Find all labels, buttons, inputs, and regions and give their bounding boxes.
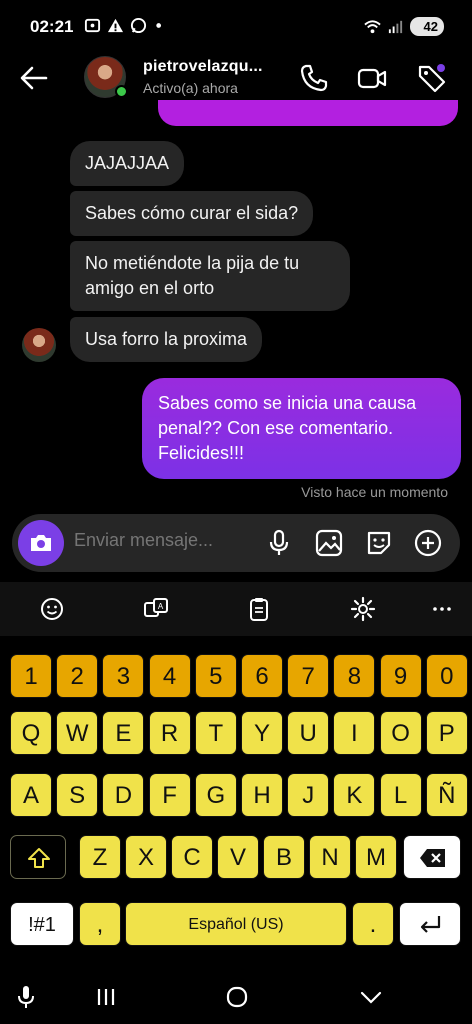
number-key[interactable]: 1 xyxy=(10,654,52,698)
letter-key[interactable]: Q xyxy=(10,711,52,755)
more-options-icon[interactable] xyxy=(427,594,457,624)
svg-text:A: A xyxy=(158,602,164,611)
warning-icon xyxy=(107,18,124,33)
keyboard-hide-icon[interactable] xyxy=(356,982,386,1012)
number-key[interactable]: 9 xyxy=(379,654,422,698)
number-key[interactable]: 7 xyxy=(287,654,330,698)
backspace-icon xyxy=(420,849,445,867)
number-key[interactable]: 0 xyxy=(425,654,468,698)
number-key[interactable]: 4 xyxy=(148,654,191,698)
microphone-icon[interactable] xyxy=(264,528,294,558)
notification-icons xyxy=(84,17,170,34)
letter-key[interactable]: O xyxy=(379,711,422,755)
back-arrow-icon[interactable] xyxy=(18,64,50,92)
tag-icon[interactable] xyxy=(416,62,448,94)
translate-icon[interactable]: A xyxy=(141,594,171,624)
incoming-message[interactable]: No metiéndote la pija de tu amigo en el … xyxy=(70,241,350,311)
shift-arrow-icon xyxy=(28,848,50,868)
incoming-message[interactable]: Usa forro la proxima xyxy=(70,317,263,362)
system-navigation-bar xyxy=(0,972,472,1024)
signal-icon xyxy=(388,20,402,34)
home-icon[interactable] xyxy=(222,982,252,1012)
contact-username[interactable]: pietrovelazqu... xyxy=(143,58,263,76)
previous-outgoing-bubble xyxy=(158,100,458,126)
letter-key[interactable]: L xyxy=(379,773,422,817)
enter-key[interactable] xyxy=(399,902,461,946)
activity-status: Activo(a) ahora xyxy=(143,80,238,96)
letter-key[interactable]: H xyxy=(241,773,283,817)
letter-key[interactable]: E xyxy=(102,711,145,755)
clipboard-icon[interactable] xyxy=(244,594,274,624)
letter-key[interactable]: S xyxy=(56,773,99,817)
letter-key[interactable]: K xyxy=(333,773,376,817)
letter-key[interactable]: T xyxy=(194,711,237,755)
number-key[interactable]: 6 xyxy=(241,654,283,698)
symbols-key[interactable]: !#1 xyxy=(10,902,74,946)
add-icon[interactable] xyxy=(413,528,443,558)
letter-key[interactable]: Ñ xyxy=(425,773,468,817)
system-indicators: 42 xyxy=(363,17,444,36)
letter-key[interactable]: X xyxy=(125,835,167,879)
screenshot-icon xyxy=(84,18,101,33)
online-indicator xyxy=(115,85,128,98)
letter-key[interactable]: J xyxy=(287,773,330,817)
message-composer xyxy=(12,514,460,572)
wifi-icon xyxy=(363,20,381,34)
letter-key[interactable]: B xyxy=(263,835,305,879)
letter-key[interactable]: A xyxy=(10,773,52,817)
enter-arrow-icon xyxy=(420,916,441,933)
number-key[interactable]: 2 xyxy=(56,654,99,698)
message-input[interactable] xyxy=(74,530,254,551)
sender-avatar[interactable] xyxy=(22,328,56,362)
letter-key[interactable]: U xyxy=(287,711,330,755)
gallery-icon[interactable] xyxy=(314,528,344,558)
camera-icon xyxy=(31,535,51,551)
status-time: 02:21 xyxy=(30,17,74,36)
letter-key[interactable]: M xyxy=(355,835,397,879)
video-call-icon[interactable] xyxy=(356,62,388,94)
status-bar: 02:21 42 xyxy=(0,0,472,52)
letter-key[interactable]: F xyxy=(148,773,191,817)
spacebar[interactable]: Español (US) xyxy=(125,902,347,946)
keyboard: A 1234567890QWERTYUIOPASDFGHJKLÑZXCVBNM … xyxy=(0,582,472,972)
number-key[interactable]: 3 xyxy=(102,654,145,698)
comma-key[interactable]: , xyxy=(79,902,121,946)
outgoing-message[interactable]: Sabes como se inicia una causa penal?? C… xyxy=(142,378,461,479)
letter-key[interactable]: P xyxy=(425,711,468,755)
voice-input-icon[interactable] xyxy=(11,982,41,1012)
letter-key[interactable]: I xyxy=(333,711,376,755)
sticker-icon[interactable] xyxy=(364,528,394,558)
shift-key[interactable] xyxy=(10,835,66,879)
letter-key[interactable]: G xyxy=(194,773,237,817)
settings-gear-icon[interactable] xyxy=(348,594,378,624)
letter-key[interactable]: D xyxy=(102,773,145,817)
camera-button[interactable] xyxy=(18,520,64,566)
backspace-key[interactable] xyxy=(403,835,461,879)
number-key[interactable]: 8 xyxy=(333,654,376,698)
letter-key[interactable]: N xyxy=(309,835,351,879)
battery-indicator: 42 xyxy=(409,17,444,36)
letter-key[interactable]: Z xyxy=(79,835,121,879)
number-key[interactable]: 5 xyxy=(194,654,237,698)
dot-icon xyxy=(156,23,162,28)
phone-call-icon[interactable] xyxy=(298,62,330,94)
incoming-message[interactable]: JAJAJJAA xyxy=(70,141,185,186)
letter-key[interactable]: V xyxy=(217,835,259,879)
keyboard-toolbar: A xyxy=(0,582,472,636)
period-key[interactable]: . xyxy=(352,902,394,946)
whatsapp-icon xyxy=(130,17,147,34)
seen-status: Visto hace un momento xyxy=(301,484,448,500)
contact-avatar[interactable] xyxy=(84,56,128,100)
letter-key[interactable]: W xyxy=(56,711,99,755)
letter-key[interactable]: C xyxy=(171,835,213,879)
letter-key[interactable]: Y xyxy=(241,711,283,755)
emoji-icon[interactable] xyxy=(37,594,67,624)
incoming-message[interactable]: Sabes cómo curar el sida? xyxy=(70,191,314,236)
letter-key[interactable]: R xyxy=(148,711,191,755)
recent-apps-icon[interactable] xyxy=(91,982,121,1012)
